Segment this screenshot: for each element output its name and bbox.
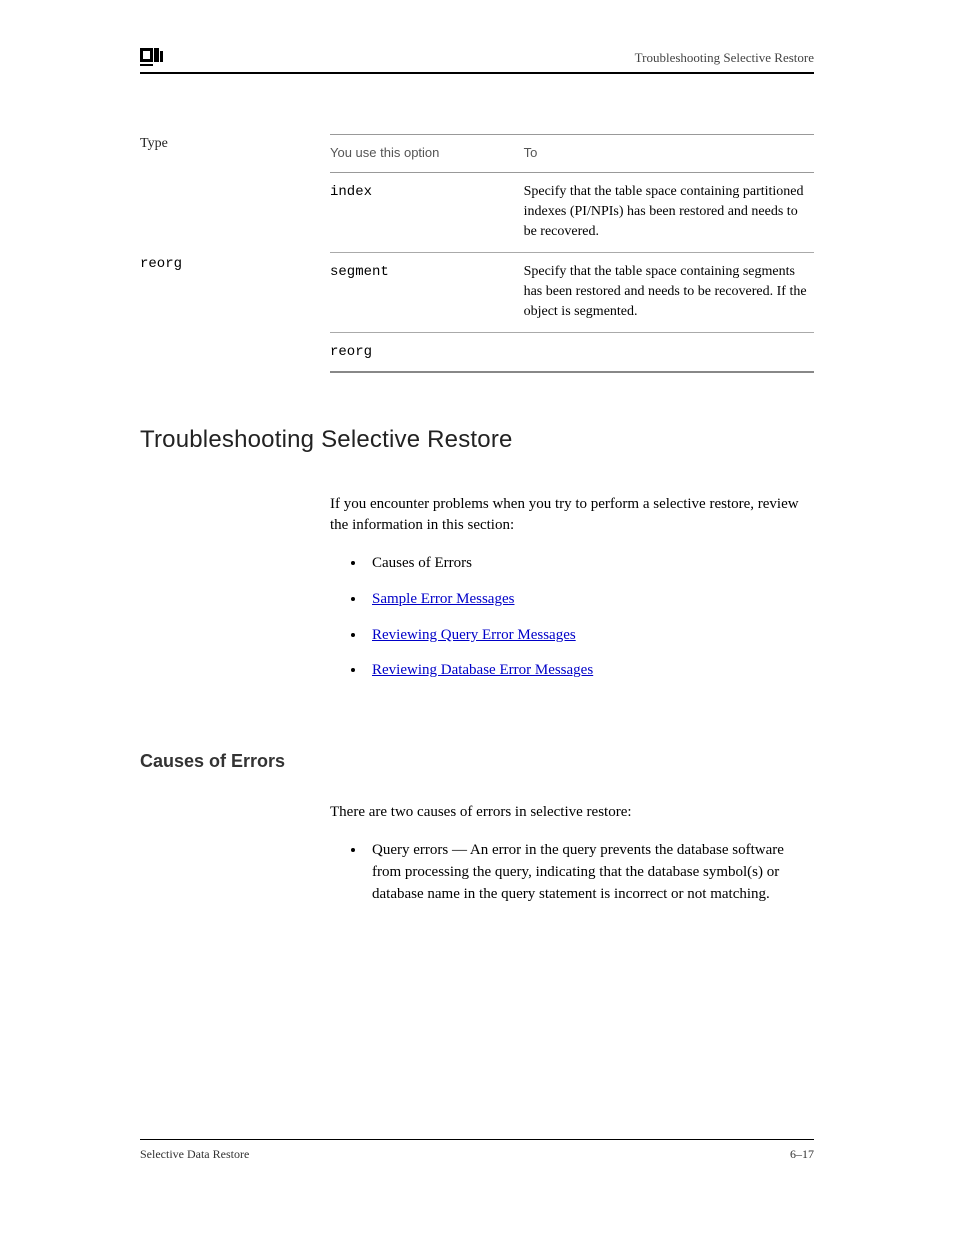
cell-desc-1: Specify that the table space containing … xyxy=(524,252,814,332)
section-bullet-list: Causes of Errors Sample Error Messages R… xyxy=(366,553,814,682)
bullet-text: Causes of Errors xyxy=(372,555,472,571)
subsection-title: Causes of Errors xyxy=(140,748,814,774)
bullet-text: Query errors — An error in the query pre… xyxy=(372,842,784,902)
link-query-errors[interactable]: Reviewing Query Error Messages xyxy=(372,627,576,643)
cell-desc-2 xyxy=(524,332,814,372)
link-database-errors[interactable]: Reviewing Database Error Messages xyxy=(372,662,593,678)
list-item: Query errors — An error in the query pre… xyxy=(366,840,814,905)
side-code-reorg: reorg xyxy=(140,254,320,274)
cell-desc-0: Specify that the table space containing … xyxy=(524,172,814,252)
options-table: You use this option To index Specify tha… xyxy=(330,134,814,373)
subsection-para: There are two causes of errors in select… xyxy=(330,802,814,824)
list-item: Reviewing Database Error Messages xyxy=(366,660,814,682)
table-row: index Specify that the table space conta… xyxy=(330,172,814,252)
brand-logo-icon xyxy=(140,48,168,68)
link-sample-errors[interactable]: Sample Error Messages xyxy=(372,591,514,607)
table-header-option: You use this option xyxy=(330,135,524,173)
cell-opt-1: segment xyxy=(330,252,524,332)
section-intro: If you encounter problems when you try t… xyxy=(330,494,814,538)
section-title: Troubleshooting Selective Restore xyxy=(140,423,814,458)
list-item: Sample Error Messages xyxy=(366,589,814,611)
footer-right: 6–17 xyxy=(790,1146,814,1163)
cell-opt-0: index xyxy=(330,172,524,252)
table-row: reorg xyxy=(330,332,814,372)
list-item: Causes of Errors xyxy=(366,553,814,575)
page-header-right: Troubleshooting Selective Restore xyxy=(168,49,814,68)
cell-opt-2: reorg xyxy=(330,332,524,372)
footer-left: Selective Data Restore xyxy=(140,1146,249,1163)
subsection-bullet-list: Query errors — An error in the query pre… xyxy=(366,840,814,905)
table-header-desc: To xyxy=(524,135,814,173)
side-label-type: Type xyxy=(140,134,320,154)
table-row: segment Specify that the table space con… xyxy=(330,252,814,332)
list-item: Reviewing Query Error Messages xyxy=(366,625,814,647)
